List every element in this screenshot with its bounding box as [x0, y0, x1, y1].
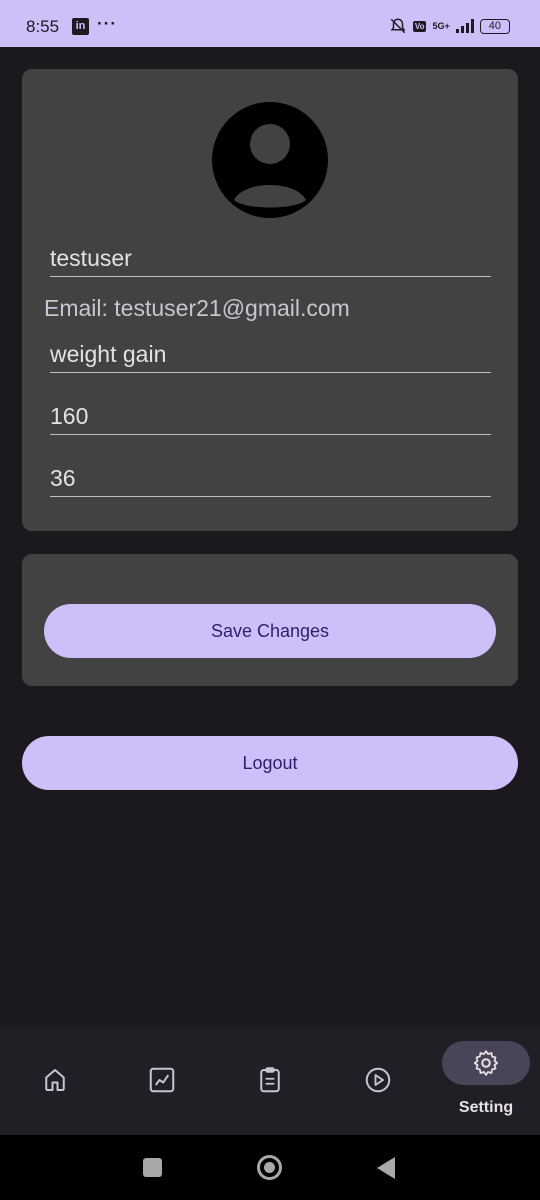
signal-icon	[455, 19, 474, 33]
battery-icon: 40	[479, 18, 510, 34]
nav-setting-label[interactable]: Setting	[442, 1099, 530, 1117]
nav-plan[interactable]	[255, 1065, 285, 1095]
gear-icon	[473, 1050, 499, 1076]
more-dots-icon: ···	[97, 14, 117, 33]
chart-icon	[149, 1067, 175, 1093]
network-type: 5G+	[432, 21, 450, 31]
play-icon	[365, 1067, 391, 1093]
weight-field[interactable]: 160	[50, 403, 491, 435]
logout-button[interactable]: Logout	[22, 736, 518, 790]
profile-card: testuser Email: testuser21@gmail.com wei…	[22, 69, 518, 531]
email-text: Email: testuser21@gmail.com	[44, 295, 350, 321]
status-time: 8:55	[26, 17, 60, 36]
back-button[interactable]	[377, 1157, 395, 1179]
status-bar: 8:55 in ··· Vo 5G+ 40	[0, 0, 540, 47]
nav-stats[interactable]	[147, 1065, 177, 1095]
nav-setting[interactable]	[442, 1041, 530, 1085]
save-changes-button[interactable]: Save Changes	[44, 604, 496, 658]
name-field[interactable]: testuser	[50, 245, 491, 277]
save-card: Save Changes	[22, 554, 518, 686]
status-icons: Vo 5G+ 40	[389, 15, 510, 37]
avatar-icon	[212, 102, 328, 218]
bottom-nav: Setting	[0, 1025, 540, 1135]
home-icon	[45, 1069, 65, 1091]
age-field[interactable]: 36	[50, 465, 491, 497]
nav-home[interactable]	[40, 1065, 70, 1095]
recents-button[interactable]	[143, 1158, 162, 1177]
clipboard-icon	[260, 1067, 280, 1093]
volte-icon: Vo	[412, 20, 427, 32]
system-nav-bar	[0, 1135, 540, 1200]
goal-field[interactable]: weight gain	[50, 341, 491, 373]
mute-bell-icon	[390, 18, 406, 34]
home-button[interactable]	[257, 1155, 282, 1180]
nav-video[interactable]	[363, 1065, 393, 1095]
linkedin-icon: in	[72, 18, 89, 35]
